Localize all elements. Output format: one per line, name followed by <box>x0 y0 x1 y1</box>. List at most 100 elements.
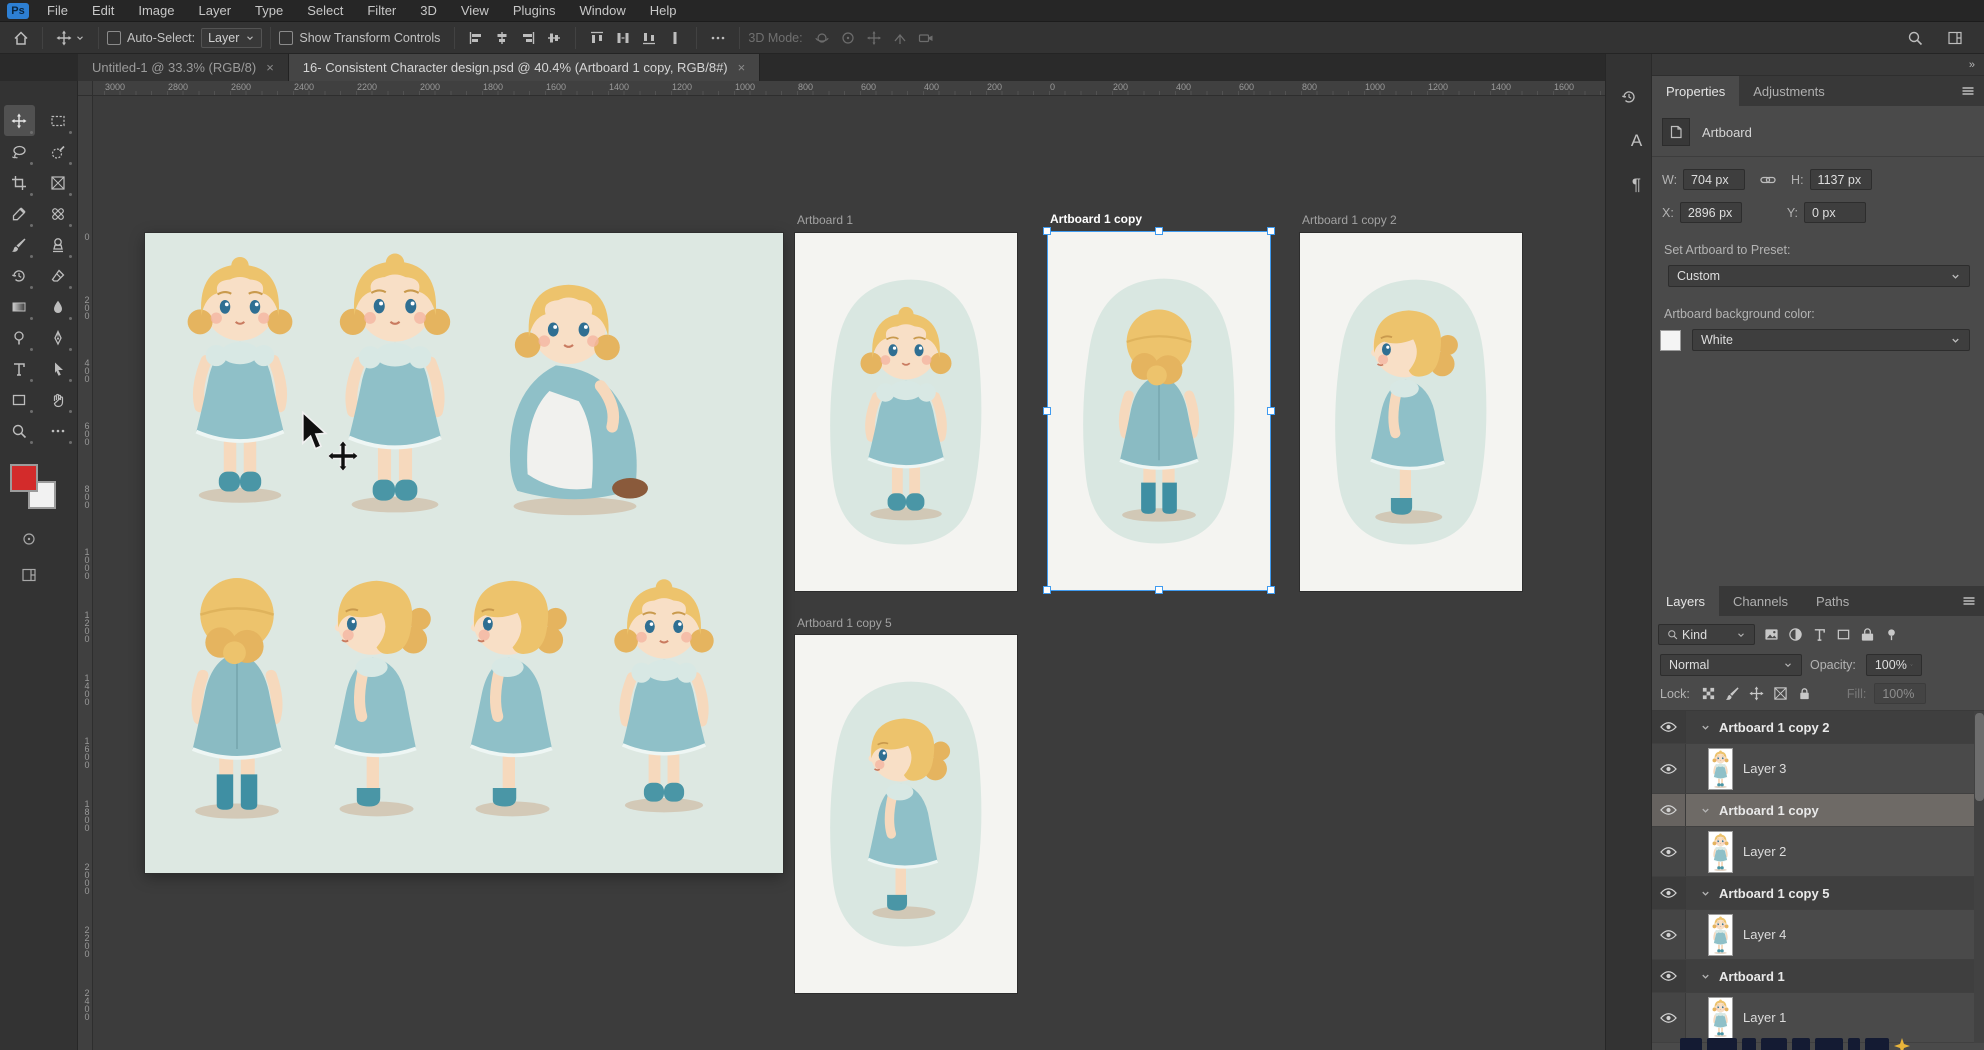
search-icon[interactable] <box>1902 27 1928 49</box>
panel-tab[interactable]: Channels <box>1719 586 1802 616</box>
panel-menu-icon[interactable] <box>1961 593 1977 609</box>
artboard-preset-dropdown[interactable]: Custom <box>1668 265 1970 287</box>
chevron-down-icon[interactable] <box>1700 722 1711 733</box>
artboard-bg-color-swatch[interactable] <box>1660 330 1681 351</box>
history-brush-tool[interactable] <box>4 260 35 291</box>
home-button[interactable] <box>8 27 34 49</box>
filter-toggle-button[interactable] <box>1884 627 1899 642</box>
menu-item[interactable]: Help <box>638 0 689 22</box>
move-tool[interactable] <box>4 105 35 136</box>
visibility-eye-icon[interactable] <box>1652 910 1686 959</box>
transform-handle[interactable] <box>1043 586 1051 594</box>
layer-name[interactable]: Artboard 1 copy 2 <box>1719 720 1830 735</box>
scrollbar-thumb[interactable] <box>1975 713 1984 801</box>
layer-name[interactable]: Artboard 1 <box>1719 969 1785 984</box>
auto-select-target-dropdown[interactable]: Layer <box>201 28 262 48</box>
visibility-eye-icon[interactable] <box>1652 794 1686 826</box>
type-tool[interactable] <box>4 353 35 384</box>
layer-row[interactable]: Layer 2 <box>1652 827 1974 877</box>
layer-row[interactable]: Artboard 1 copy 2 <box>1652 711 1974 744</box>
link-dimensions-icon[interactable] <box>1760 172 1776 188</box>
workspace-switcher-icon[interactable] <box>1942 27 1968 49</box>
visibility-eye-icon[interactable] <box>1652 877 1686 909</box>
edit-toolbar-button[interactable] <box>43 415 74 446</box>
zoom-tool[interactable] <box>4 415 35 446</box>
crop-tool[interactable] <box>4 167 35 198</box>
layer-name[interactable]: Layer 3 <box>1743 761 1786 776</box>
visibility-eye-icon[interactable] <box>1652 827 1686 876</box>
visibility-eye-icon[interactable] <box>1652 993 1686 1042</box>
distribute-vertical-centers-button[interactable] <box>662 27 688 49</box>
collapse-panels-icon[interactable]: » <box>1969 59 1974 71</box>
character-panel[interactable]: A <box>1614 126 1644 156</box>
ruler-origin-corner[interactable] <box>78 81 93 96</box>
artboard-1[interactable] <box>795 233 1017 591</box>
layer-filter-dropdown[interactable]: Kind <box>1658 624 1755 645</box>
y-field[interactable]: 0 px <box>1804 202 1866 223</box>
layer-row[interactable]: Artboard 1 copy <box>1652 794 1974 827</box>
3d-orbit-button[interactable] <box>809 27 835 49</box>
quick-mask-button[interactable] <box>16 526 42 552</box>
canvas-area[interactable]: 3000280026002400220020001800160014001200… <box>78 81 1605 1050</box>
transform-handle[interactable] <box>1267 407 1275 415</box>
transform-handle[interactable] <box>1155 227 1163 235</box>
layer-name[interactable]: Artboard 1 copy 5 <box>1719 886 1830 901</box>
frame-tool[interactable] <box>43 167 74 198</box>
artboard-1-copy-2[interactable] <box>1300 233 1522 591</box>
eyedropper-tool[interactable] <box>4 198 35 229</box>
layer-row[interactable]: Layer 1 <box>1652 993 1974 1043</box>
filter-shape-layers-button[interactable] <box>1836 627 1851 642</box>
menu-item[interactable]: Window <box>567 0 637 22</box>
healing-brush-tool[interactable] <box>43 198 74 229</box>
layer-name[interactable]: Layer 4 <box>1743 927 1786 942</box>
height-field[interactable]: 1137 px <box>1810 169 1872 190</box>
rectangle-tool[interactable] <box>4 384 35 415</box>
vertical-ruler[interactable]: 0200400600800100012001400160018002000220… <box>78 96 93 1050</box>
3d-camera-button[interactable] <box>913 27 939 49</box>
auto-select-checkbox[interactable] <box>107 31 121 45</box>
filter-adjustment-layers-button[interactable] <box>1788 627 1803 642</box>
lock-position-button[interactable] <box>1749 686 1764 701</box>
show-transform-controls-checkbox[interactable] <box>279 31 293 45</box>
artboard-1-copy[interactable] <box>1048 232 1270 590</box>
3d-slide-button[interactable] <box>887 27 913 49</box>
layer-thumbnail[interactable] <box>1708 748 1733 790</box>
eraser-tool[interactable] <box>43 260 74 291</box>
fill-field[interactable]: 100% <box>1874 683 1926 704</box>
chevron-down-icon[interactable] <box>1700 971 1711 982</box>
screen-mode-button[interactable] <box>16 562 42 588</box>
transform-handle[interactable] <box>1043 227 1051 235</box>
dodge-tool[interactable] <box>4 322 35 353</box>
distribute-top-edges-button[interactable] <box>584 27 610 49</box>
menu-item[interactable]: View <box>449 0 501 22</box>
lock-image-pixels-button[interactable] <box>1725 686 1740 701</box>
layer-row[interactable]: Artboard 1 <box>1652 960 1974 993</box>
transform-handle[interactable] <box>1043 407 1051 415</box>
align-horizontal-centers-button[interactable] <box>489 27 515 49</box>
brush-tool[interactable] <box>4 229 35 260</box>
menu-item[interactable]: Select <box>295 0 355 22</box>
transform-handle[interactable] <box>1267 586 1275 594</box>
lasso-tool[interactable] <box>4 136 35 167</box>
menu-item[interactable]: File <box>35 0 80 22</box>
menu-item[interactable]: Filter <box>355 0 408 22</box>
panel-tab[interactable]: Adjustments <box>1739 76 1839 106</box>
pen-tool[interactable] <box>43 322 74 353</box>
lock-all-button[interactable] <box>1797 686 1812 701</box>
more-align-options-button[interactable] <box>705 27 731 49</box>
layer-thumbnail[interactable] <box>1708 997 1733 1039</box>
layer-row[interactable]: Layer 3 <box>1652 744 1974 794</box>
align-right-edges-button[interactable] <box>515 27 541 49</box>
paragraph-panel[interactable]: ¶ <box>1614 170 1644 200</box>
opacity-field[interactable]: 100% <box>1866 654 1922 676</box>
rectangular-marquee-tool[interactable] <box>43 105 74 136</box>
artboard-label[interactable]: Artboard 1 copy <box>1050 212 1142 226</box>
horizontal-ruler[interactable]: 3000280026002400220020001800160014001200… <box>93 81 1605 96</box>
history-panel[interactable] <box>1614 82 1644 112</box>
artboard-1-copy-5[interactable] <box>795 635 1017 993</box>
layer-name[interactable]: Artboard 1 copy <box>1719 803 1819 818</box>
layer-row[interactable]: Layer 4 <box>1652 910 1974 960</box>
3d-pan-button[interactable] <box>861 27 887 49</box>
menu-item[interactable]: Plugins <box>501 0 568 22</box>
layers-scrollbar[interactable] <box>1974 711 1984 1043</box>
